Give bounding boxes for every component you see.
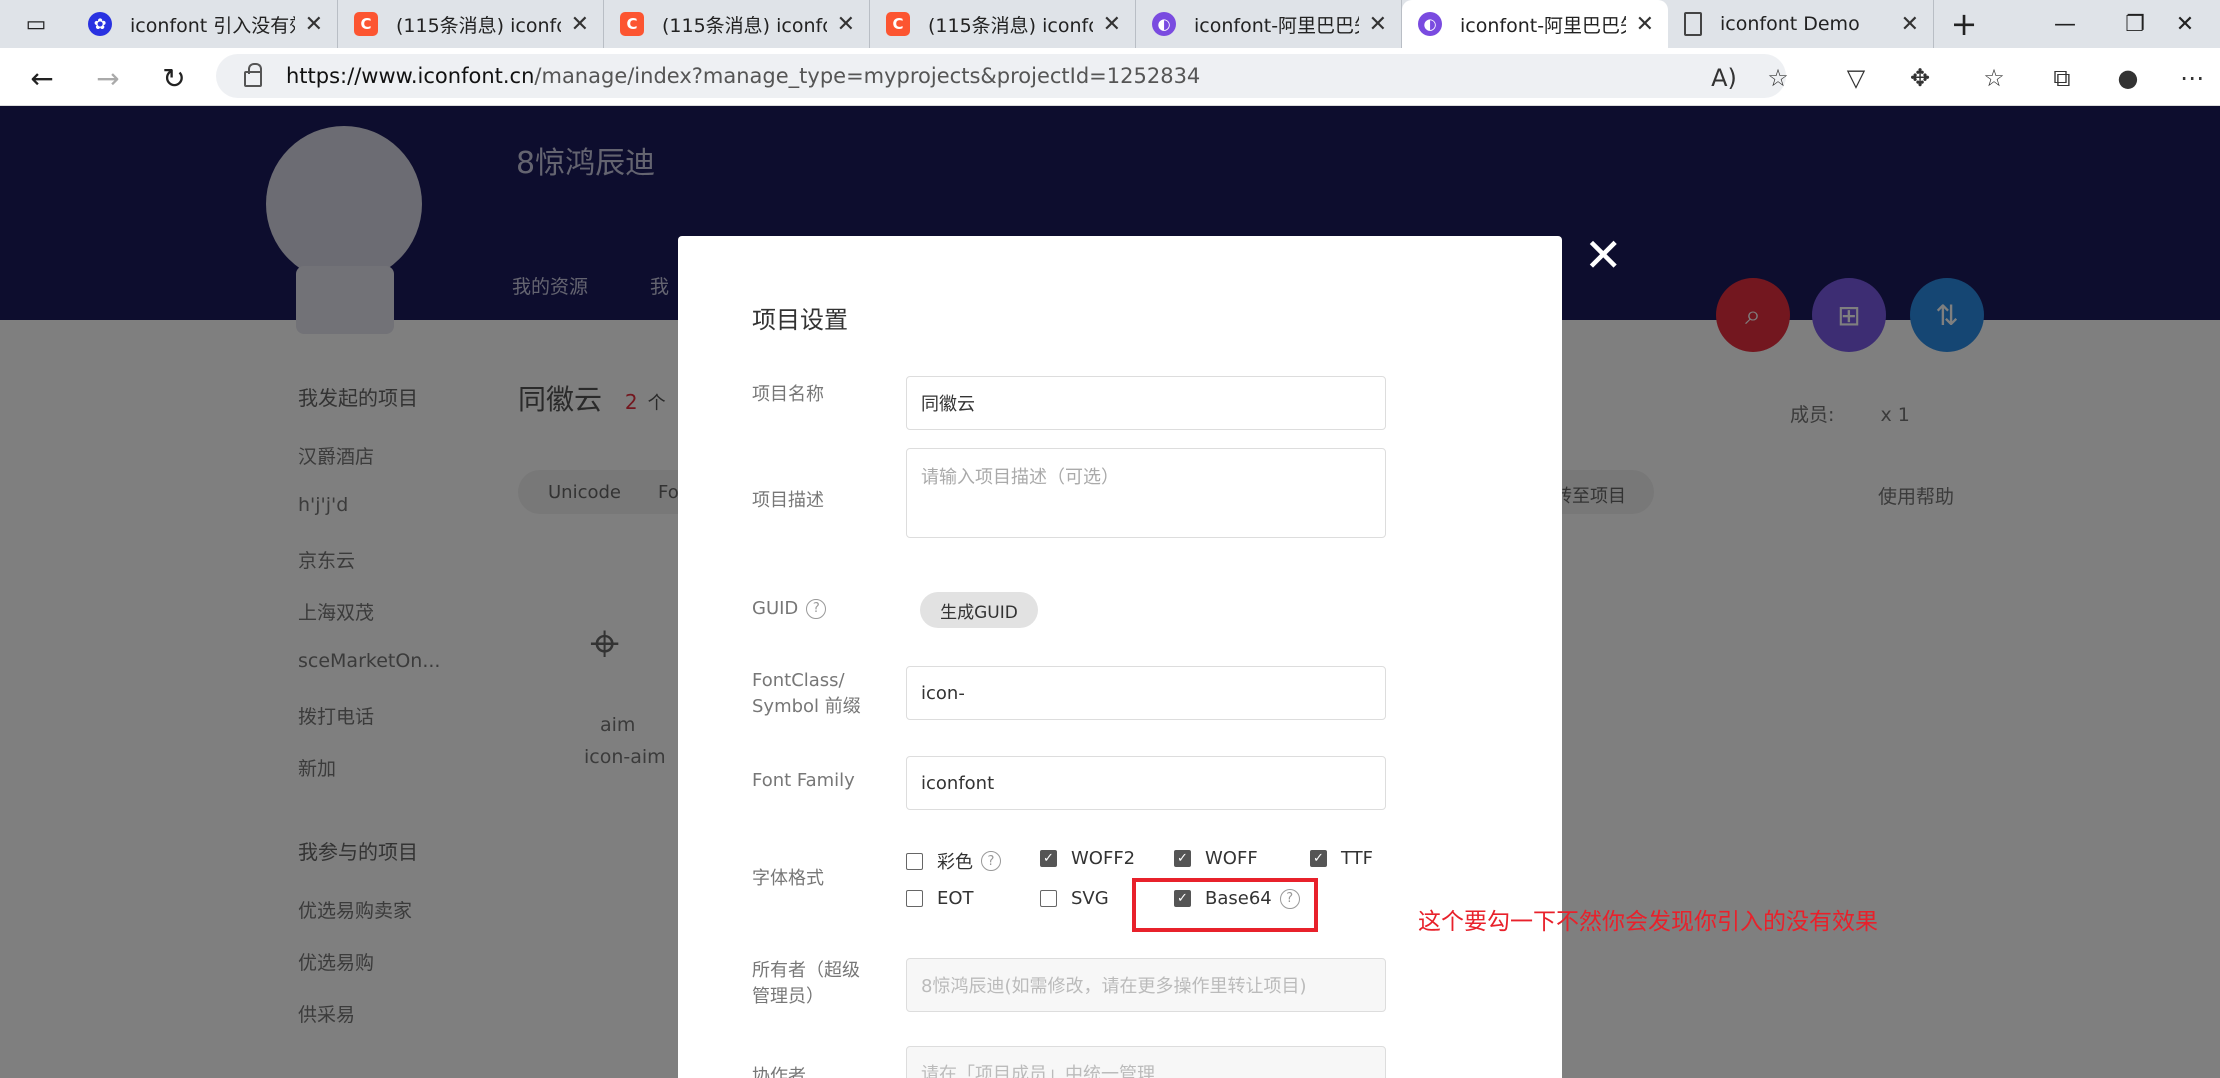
checkbox-box[interactable] (1040, 890, 1057, 907)
browser-tab-bar: ▭ ✿ iconfont 引入没有效果 ✕ C (115条消息) iconfon… (0, 0, 2220, 48)
dialog-title: 项目设置 (752, 306, 848, 334)
checkbox-box[interactable]: ✓ (1040, 850, 1057, 867)
project-settings-dialog: 项目设置 项目名称 同徽云 项目描述 请输入项目描述（可选） GUID? 生成G… (678, 236, 1562, 1078)
close-tab-icon[interactable]: ✕ (1103, 12, 1121, 37)
checkbox-box[interactable]: ✓ (1174, 850, 1191, 867)
extensions-icon[interactable]: ✥ (1898, 56, 1942, 100)
profile-icon[interactable]: ● (2106, 56, 2150, 100)
browser-tab[interactable]: iconfont Demo ✕ (1668, 0, 1934, 48)
annotation-note: 这个要勾一下不然你会发现你引入的没有效果 (1418, 909, 1878, 935)
address-toolbar: ← → ↻ https://www.iconfont.cn/manage/ind… (0, 48, 2220, 106)
checkbox-box[interactable] (906, 890, 923, 907)
baidu-icon: ✿ (88, 12, 112, 36)
owner-input: 8惊鸿辰迪(如需修改，请在更多操作里转让项目) (906, 958, 1386, 1012)
tab-title: iconfont-阿里巴巴矢 (1194, 14, 1359, 37)
csdn-icon: C (620, 12, 644, 36)
close-window-icon[interactable]: ✕ (2150, 0, 2220, 48)
forward-icon[interactable]: → (86, 56, 130, 100)
close-tab-icon[interactable]: ✕ (1636, 12, 1654, 37)
guid-label: GUID? (752, 596, 827, 622)
owner-label: 所有者（超级管理员） (752, 960, 860, 1007)
help-icon[interactable]: ? (806, 599, 827, 619)
document-icon (1684, 12, 1702, 36)
highlight-box (1132, 878, 1318, 932)
format-woff2-checkbox[interactable]: ✓ WOFF2 (1040, 848, 1135, 869)
close-tab-icon[interactable]: ✕ (1369, 12, 1387, 37)
tab-title: (115条消息) iconfont (928, 14, 1093, 37)
close-tab-icon[interactable]: ✕ (571, 12, 589, 37)
checkbox-box[interactable]: ✓ (1310, 850, 1327, 867)
format-eot-checkbox[interactable]: EOT (906, 888, 974, 909)
add-favorite-icon[interactable]: ☆ (1756, 56, 1800, 100)
format-svg-checkbox[interactable]: SVG (1040, 888, 1109, 909)
collaborator-label: 协作者 (752, 1066, 806, 1078)
format-ttf-checkbox[interactable]: ✓ TTF (1310, 848, 1373, 869)
browser-tab[interactable]: C (115条消息) iconfont ✕ (338, 0, 604, 48)
project-name-label: 项目名称 (752, 384, 824, 405)
lock-icon[interactable] (244, 63, 262, 87)
format-label: SVG (1071, 888, 1109, 909)
collaborator-input: 请在「项目成员」中统一管理 (906, 1046, 1386, 1078)
browser-tab-active[interactable]: ◐ iconfont-阿里巴巴矢 ✕ (1402, 0, 1668, 48)
help-icon[interactable]: ? (981, 851, 1001, 871)
refresh-icon[interactable]: ↻ (152, 56, 196, 100)
browser-tab[interactable]: ✿ iconfont 引入没有效果 ✕ (72, 0, 338, 48)
guid-label-text: GUID (752, 598, 799, 619)
more-icon[interactable]: ⋯ (2170, 56, 2214, 100)
font-family-label: Font Family (752, 770, 855, 791)
url-text[interactable]: https://www.iconfont.cn/manage/index?man… (286, 64, 1200, 88)
format-label: WOFF (1205, 848, 1258, 869)
format-label: EOT (937, 888, 974, 909)
prefix-input[interactable]: icon- (906, 666, 1386, 720)
project-desc-input[interactable]: 请输入项目描述（可选） (906, 448, 1386, 538)
close-tab-icon[interactable]: ✕ (305, 12, 323, 37)
browser-tab[interactable]: ◐ iconfont-阿里巴巴矢 ✕ (1136, 0, 1402, 48)
format-woff-checkbox[interactable]: ✓ WOFF (1174, 848, 1258, 869)
iconfont-icon: ◐ (1152, 12, 1176, 36)
tab-title: (115条消息) iconfont (396, 14, 561, 37)
close-tab-icon[interactable]: ✕ (837, 12, 855, 37)
collections-icon[interactable]: ⧉ (2040, 56, 2084, 100)
format-label: WOFF2 (1071, 848, 1136, 869)
format-label: 彩色 (937, 852, 973, 873)
csdn-icon: C (354, 12, 378, 36)
close-tab-icon[interactable]: ✕ (1901, 12, 1919, 37)
read-aloud-icon[interactable]: A) (1702, 56, 1746, 100)
font-family-input[interactable]: iconfont (906, 756, 1386, 810)
csdn-icon: C (886, 12, 910, 36)
tab-title: iconfont-阿里巴巴矢 (1460, 14, 1626, 37)
checkbox-box[interactable] (906, 852, 923, 870)
tab-actions-icon[interactable]: ▭ (0, 0, 72, 48)
new-tab-icon[interactable]: + (1934, 0, 1994, 48)
url-path: /manage/index?manage_type=myprojects&pro… (534, 64, 1201, 88)
minimize-icon[interactable]: — (2030, 0, 2100, 48)
close-icon[interactable]: ✕ (1584, 232, 1623, 278)
extension-v-icon[interactable]: ▽ (1834, 56, 1878, 100)
back-icon[interactable]: ← (20, 56, 64, 100)
url-bar[interactable]: https://www.iconfont.cn/manage/index?man… (216, 54, 1786, 98)
format-color-checkbox[interactable]: 彩色? (906, 848, 1001, 874)
font-formats-label: 字体格式 (752, 868, 824, 889)
tab-title: iconfont 引入没有效果 (130, 14, 295, 37)
browser-tab[interactable]: C (115条消息) iconfont ✕ (604, 0, 870, 48)
favorites-icon[interactable]: ☆ (1972, 56, 2016, 100)
generate-guid-button[interactable]: 生成GUID (920, 592, 1038, 628)
browser-tab[interactable]: C (115条消息) iconfont ✕ (870, 0, 1136, 48)
project-name-input[interactable]: 同徽云 (906, 376, 1386, 430)
prefix-label: FontClass/ Symbol 前缀 (752, 670, 861, 717)
url-host: https://www.iconfont.cn (286, 64, 535, 88)
project-desc-label: 项目描述 (752, 490, 824, 511)
format-label: TTF (1341, 848, 1374, 869)
tab-title: (115条消息) iconfont (662, 14, 827, 37)
tab-title: iconfont Demo (1720, 13, 1860, 35)
iconfont-icon: ◐ (1418, 12, 1442, 36)
page-content: 8惊鸿辰迪 我的资源 我 ⌕ ⊞ ⇅ 我发起的项目 汉爵酒店 h'j'j'd 京… (0, 106, 2220, 1078)
